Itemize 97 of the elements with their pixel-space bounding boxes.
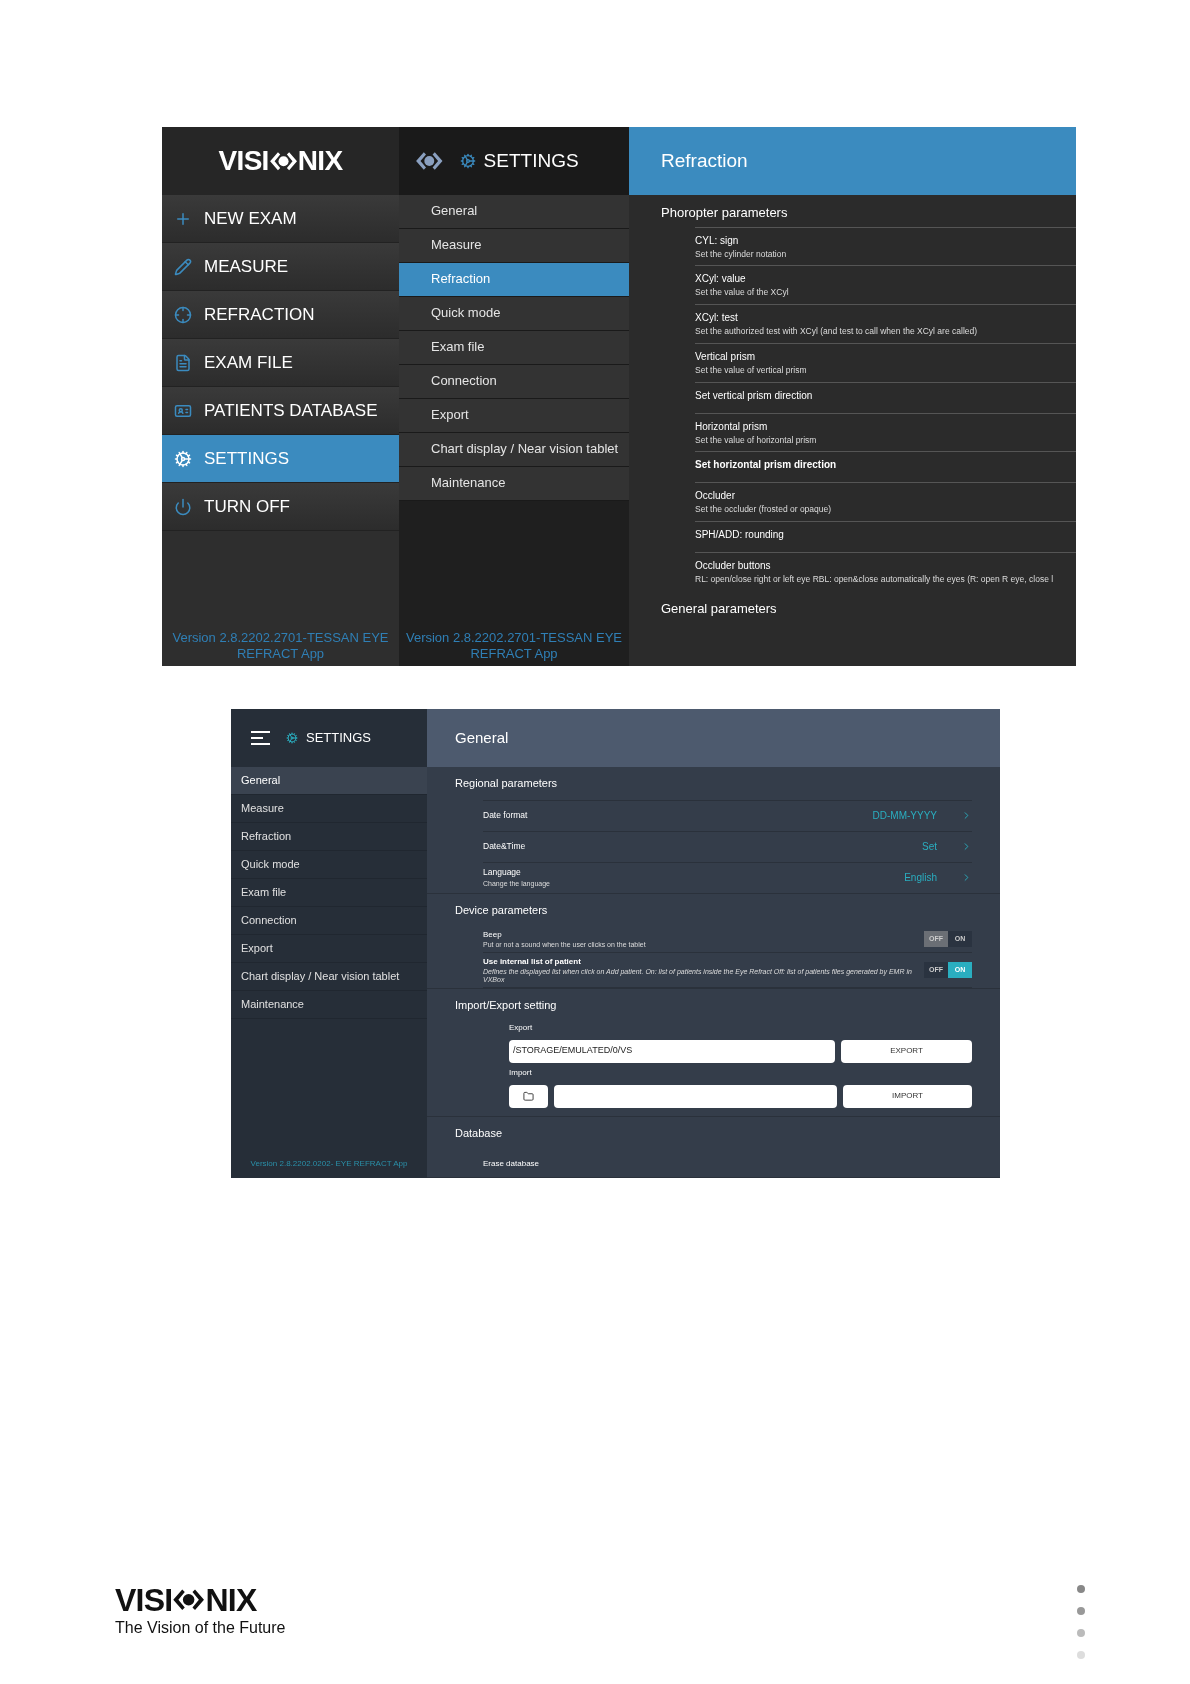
- settings-icon: [459, 153, 476, 169]
- setting-value[interactable]: English: [904, 870, 937, 885]
- setting-description: Set the value of vertical prism: [695, 363, 808, 377]
- menu-item[interactable]: EXAM FILE: [162, 339, 399, 387]
- setting-row[interactable]: Set horizontal prism direction: [695, 451, 1076, 483]
- version-text: Version 2.8.2202.0202- EYE REFRACT App: [249, 1158, 409, 1170]
- setting-row[interactable]: Set vertical prism direction: [695, 381, 1076, 413]
- section-title: Device parameters: [455, 902, 549, 918]
- setting-title: Occluder: [695, 489, 736, 504]
- settings-menu-item[interactable]: Exam file: [231, 879, 427, 907]
- setting-row[interactable]: XCyl: test Set the authorized test with XCyl (and test to call when the XCyl are called): [695, 304, 1076, 343]
- export-button[interactable]: EXPORT: [841, 1039, 972, 1063]
- setting-title: Occluder buttons: [695, 559, 772, 573]
- setting-description: Set the cylinder notation: [695, 247, 788, 261]
- logo-text: NIX: [297, 147, 343, 175]
- logo-text: VISI: [218, 147, 269, 175]
- setting-description: Set the occluder (frosted or opaque): [695, 503, 833, 516]
- power-icon: [174, 497, 192, 516]
- field-label: Import: [509, 1066, 533, 1079]
- setting-description: Set the value of the XCyl: [695, 286, 790, 299]
- menu-item[interactable]: SETTINGS: [162, 435, 399, 483]
- setting-row[interactable]: SPH/ADD: rounding: [695, 521, 1076, 552]
- path-field[interactable]: /STORAGE/EMULATED/0/VS: [509, 1039, 835, 1063]
- version-text: Version 2.8.2202.2701-TESSAN EYE REFRACT App: [171, 629, 390, 663]
- section-title: Regional parameters: [455, 776, 559, 791]
- settings-menu-item[interactable]: Refraction: [399, 263, 629, 297]
- setting-row[interactable]: Occluder Set the occluder (frosted or opaque): [695, 482, 1076, 521]
- section-title: General parameters: [660, 599, 778, 618]
- folder-icon: [523, 1090, 534, 1102]
- setting-value[interactable]: Set: [922, 839, 937, 854]
- settings-menu-item[interactable]: Quick mode: [399, 297, 629, 331]
- setting-title: SPH/ADD: rounding: [695, 528, 785, 542]
- tagline: The Vision of the Future: [115, 1618, 286, 1638]
- settings-menu-item[interactable]: Exam file: [399, 331, 629, 365]
- setting-title: Vertical prism: [695, 349, 756, 364]
- settings-menu-item[interactable]: Chart display / Near vision tablet: [231, 963, 427, 991]
- crosshair-icon: [174, 305, 192, 324]
- menu-item[interactable]: PATIENTS DATABASE: [162, 387, 399, 435]
- section-title: Import/Export setting: [455, 998, 558, 1013]
- setting-title: Use internal list of patient: [483, 956, 582, 968]
- setting-title: Language: [483, 865, 522, 879]
- setting-row[interactable]: XCyl: value Set the value of the XCyl: [695, 265, 1076, 304]
- settings-menu-item[interactable]: Measure: [399, 229, 629, 263]
- setting-title: Date&Time: [483, 840, 527, 853]
- setting-description: Set the value of horizontal prism: [695, 433, 818, 447]
- settings-menu-item[interactable]: Refraction: [231, 823, 427, 851]
- import-path-field[interactable]: [554, 1084, 837, 1108]
- field-label: Export: [509, 1021, 534, 1034]
- setting-description: Set the authorized test with XCyl (and test to call when the XCyl are called): [695, 325, 979, 338]
- settings-menu-item[interactable]: Export: [399, 399, 629, 433]
- settings-menu-item[interactable]: Measure: [231, 795, 427, 823]
- setting-title: Beep: [483, 929, 503, 941]
- settings-menu-item[interactable]: Connection: [399, 365, 629, 399]
- section-title: Phoropter parameters: [660, 204, 789, 222]
- setting-title: CYL: sign: [695, 233, 740, 248]
- setting-row[interactable]: CYL: sign Set the cylinder notation: [695, 226, 1076, 266]
- header-title: SETTINGS: [483, 148, 579, 173]
- settings-icon: [286, 732, 298, 744]
- import-button[interactable]: IMPORT: [843, 1084, 972, 1108]
- settings-menu-item[interactable]: Chart display / Near vision tablet: [399, 433, 629, 467]
- setting-value[interactable]: DD-MM-YYYY: [872, 808, 937, 823]
- panel-title: Refraction: [661, 148, 748, 173]
- setting-title: Date format: [483, 809, 529, 822]
- setting-title: XCyl: value: [695, 272, 747, 287]
- setting-title: XCyl: test: [695, 311, 739, 325]
- logo-text: VISI: [115, 1584, 173, 1616]
- setting-row[interactable]: Vertical prism Set the value of vertical prism: [695, 342, 1076, 382]
- settings-menu-item[interactable]: Connection: [231, 907, 427, 935]
- eye-icon: [172, 1587, 206, 1613]
- settings-menu-item[interactable]: Export: [231, 935, 427, 963]
- setting-title: Set vertical prism direction: [695, 388, 814, 403]
- menu-item[interactable]: REFRACTION: [162, 291, 399, 339]
- settings-menu-item[interactable]: Maintenance: [231, 991, 427, 1019]
- pencil-icon: [174, 257, 192, 276]
- settings-menu-item[interactable]: General: [231, 767, 427, 795]
- menu-icon[interactable]: [251, 731, 270, 745]
- logo-text: NIX: [205, 1584, 257, 1616]
- setting-title: Erase database: [483, 1159, 540, 1168]
- menu-item[interactable]: MEASURE: [162, 243, 399, 291]
- setting-description: RL: open/close right or left eye RBL: open&close automatically the eyes (R: open R eye, close l: [695, 573, 1055, 586]
- section-title: Database: [455, 1125, 504, 1141]
- setting-row[interactable]: Occluder buttons RL: open/close right or left eye RBL: open&close automatically the eyes (R: open R eye, close l: [695, 552, 1076, 591]
- setting-title: Set horizontal prism direction: [695, 458, 838, 473]
- settings-menu-item[interactable]: Quick mode: [231, 851, 427, 879]
- menu-item[interactable]: NEW EXAM: [162, 195, 399, 243]
- panel-title: General: [455, 727, 509, 748]
- setting-title: Horizontal prism: [695, 419, 769, 434]
- eye-icon: [415, 150, 444, 172]
- header-title: SETTINGS: [306, 729, 371, 748]
- setting-row[interactable]: Horizontal prism Set the value of horizontal prism: [695, 412, 1076, 452]
- version-text: Version 2.8.2202.2701-TESSAN EYE REFRACT App: [404, 629, 624, 663]
- folder-button[interactable]: [509, 1084, 548, 1108]
- document-icon: [174, 353, 192, 372]
- menu-item[interactable]: TURN OFF: [162, 483, 399, 531]
- settings-menu-item[interactable]: Maintenance: [399, 467, 629, 501]
- settings-menu-item[interactable]: General: [399, 195, 629, 229]
- settings-icon: [174, 449, 192, 468]
